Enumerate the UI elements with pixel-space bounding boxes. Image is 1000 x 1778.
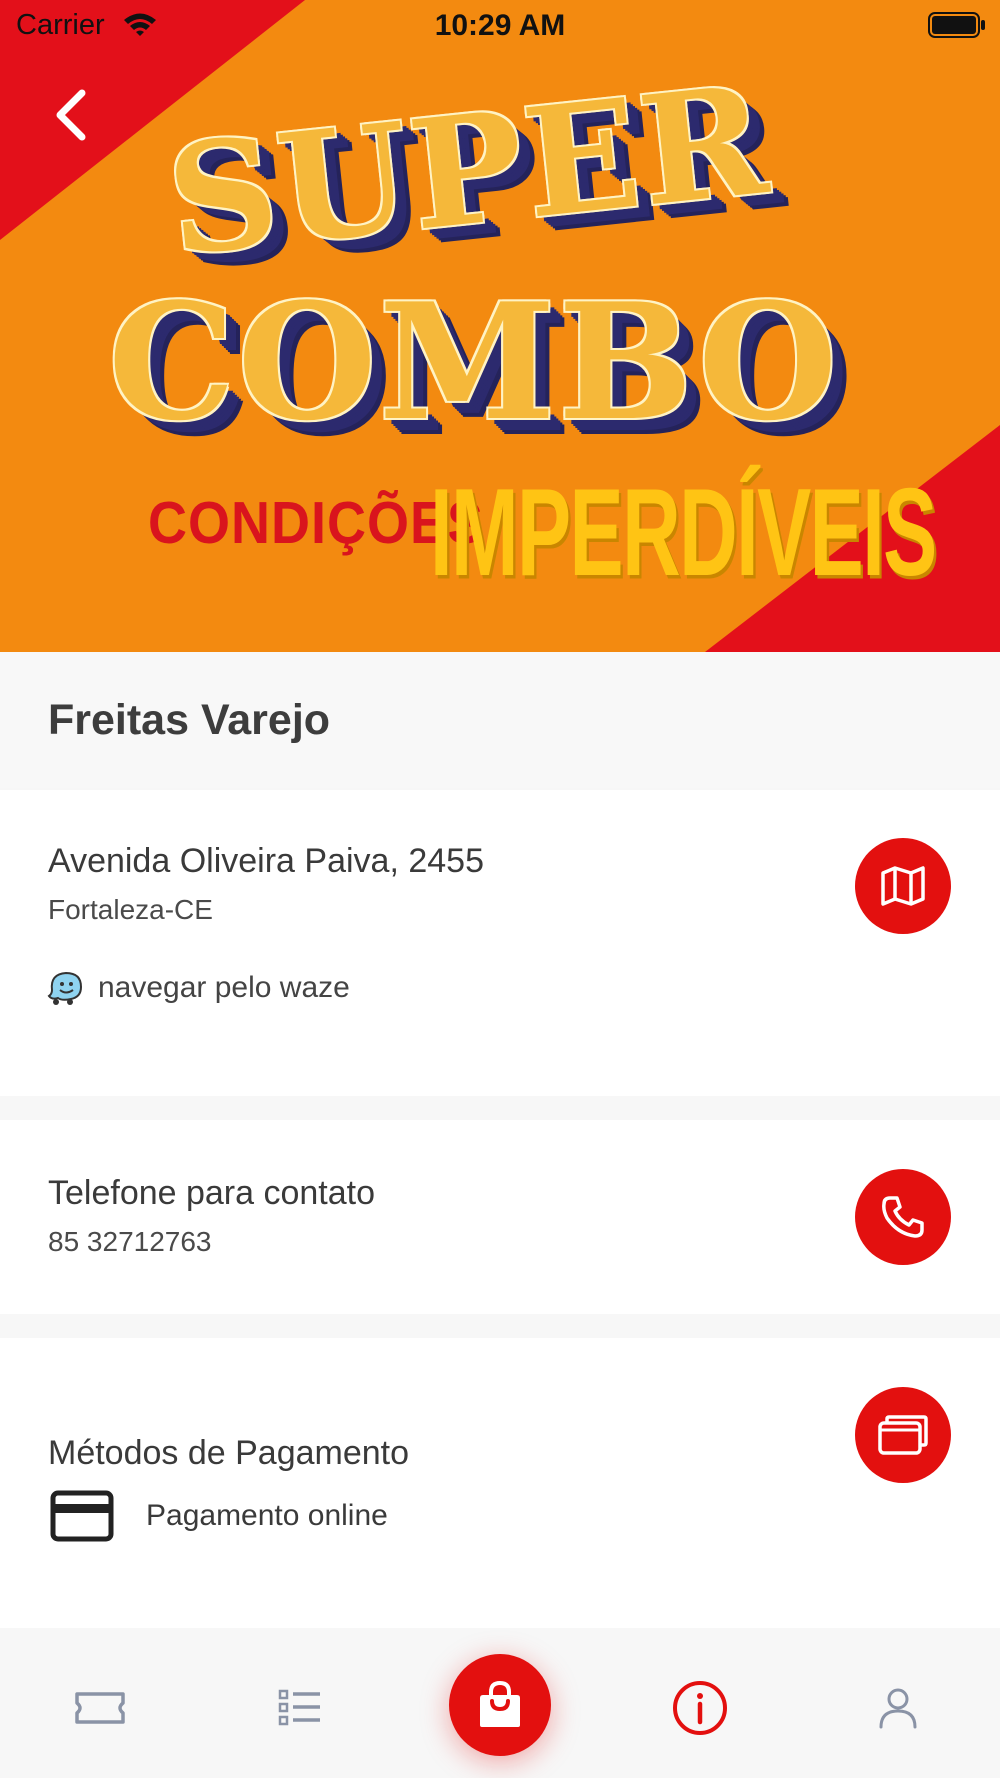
- tab-info[interactable]: [670, 1678, 730, 1738]
- status-bar: Carrier 10:29 AM: [0, 0, 1000, 50]
- tab-list[interactable]: [270, 1678, 330, 1738]
- ticket-icon: [75, 1692, 125, 1724]
- back-button[interactable]: [38, 80, 102, 150]
- promo-banner: Carrier 10:29 AM SUPER COMBO CONDIÇÕES I…: [0, 0, 1000, 652]
- cards-icon: [878, 1415, 928, 1455]
- waze-label: navegar pelo waze: [98, 971, 350, 1004]
- payment-methods-button[interactable]: [855, 1387, 951, 1483]
- payment-method-item: Pagamento online: [50, 1490, 388, 1542]
- phone-card: Telefone para contato 85 32712763: [0, 1120, 1000, 1314]
- tab-cart[interactable]: [449, 1654, 551, 1756]
- phone-icon: [882, 1196, 924, 1238]
- bottom-tab-bar: [0, 1630, 1000, 1778]
- list-icon: [278, 1689, 320, 1726]
- battery-icon: [928, 12, 986, 43]
- phone-number: 85 32712763: [48, 1226, 212, 1257]
- store-header: Freitas Varejo: [0, 652, 1000, 788]
- promo-word-imperdiveis: IMPERDÍVEIS: [430, 463, 937, 603]
- tab-coupons[interactable]: [70, 1678, 130, 1738]
- address-street: Avenida Oliveira Paiva, 2455: [48, 842, 484, 880]
- user-icon: [879, 1688, 917, 1729]
- promo-word-combo: COMBO: [108, 268, 840, 456]
- info-icon: [673, 1681, 727, 1735]
- shopping-bag-icon: [480, 1681, 520, 1727]
- credit-card-icon: [50, 1490, 114, 1542]
- payment-card: Métodos de Pagamento Pagamento online: [0, 1338, 1000, 1628]
- waze-icon: [47, 971, 83, 1005]
- waze-link[interactable]: navegar pelo waze: [46, 970, 350, 1006]
- phone-title: Telefone para contato: [48, 1174, 376, 1212]
- address-city: Fortaleza-CE: [48, 894, 213, 925]
- clock: 10:29 AM: [434, 9, 566, 42]
- store-name: Freitas Varejo: [48, 696, 331, 744]
- call-button[interactable]: [855, 1169, 951, 1265]
- address-card: Avenida Oliveira Paiva, 2455 Fortaleza-C…: [0, 790, 1000, 1096]
- payment-title: Métodos de Pagamento: [48, 1434, 410, 1472]
- map-icon: [881, 866, 925, 906]
- open-map-button[interactable]: [855, 838, 951, 934]
- promo-word-super: SUPER: [160, 52, 777, 291]
- chevron-left-icon: [56, 89, 86, 141]
- promo-artwork: SUPER COMBO CONDIÇÕES IMPERDÍVEIS: [0, 0, 1000, 652]
- payment-method-label: Pagamento online: [146, 1499, 388, 1532]
- tab-profile[interactable]: [868, 1678, 928, 1738]
